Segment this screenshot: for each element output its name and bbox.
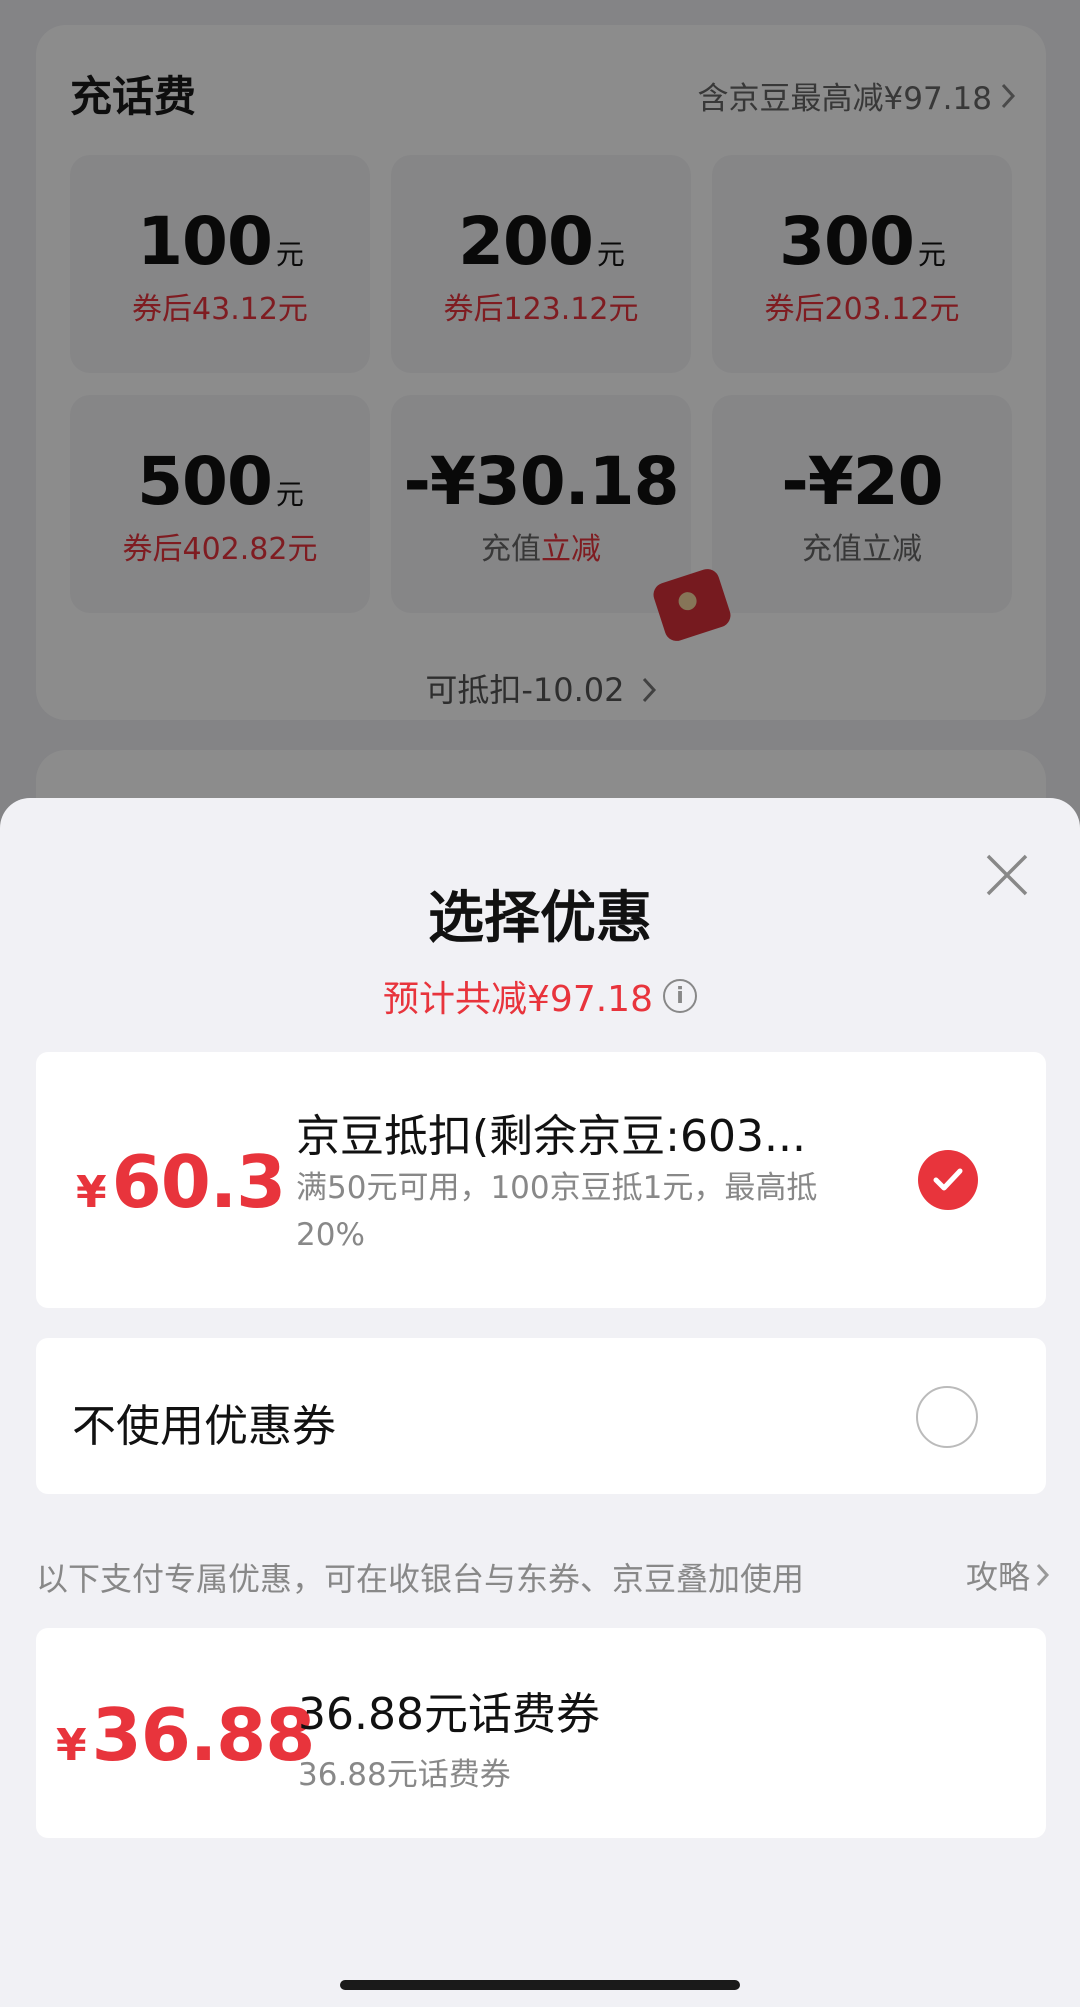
no-coupon-label: 不使用优惠券 [72,1401,336,1452]
info-icon[interactable]: i [662,979,697,1013]
close-icon[interactable] [980,848,1034,902]
coupon-title: 36.88元话费券 [298,1689,600,1740]
chevron-right-icon [1036,1563,1050,1587]
checkbox-selected[interactable] [918,1150,978,1210]
coupon-value: ¥36.88 [56,1693,316,1777]
coupon-value: ¥60.3 [76,1140,287,1224]
coupon-amount: 60.3 [111,1140,287,1224]
coupon-option-jingdou[interactable]: ¥60.3 京豆抵扣(剩余京豆:603... 满50元可用，100京豆抵1元，最… [36,1052,1046,1308]
coupon-desc: 满50元可用，100京豆抵1元，最高抵20% [296,1170,818,1253]
strategy-link[interactable]: 攻略 [966,1552,1050,1598]
checkbox-unselected[interactable] [916,1386,978,1448]
strategy-text: 攻略 [965,1558,1030,1596]
check-icon [933,1168,963,1191]
currency-symbol: ¥ [56,1720,87,1771]
estimated-savings-text: 预计共减¥97.18 [383,979,653,1020]
home-indicator [340,1980,740,1990]
currency-symbol: ¥ [76,1167,107,1218]
estimated-savings: 预计共减¥97.18 i [0,970,1080,1022]
payment-coupon-card[interactable]: ¥36.88 36.88元话费券 36.88元话费券 [36,1628,1046,1838]
sheet-title: 选择优惠 [428,886,652,951]
payment-offer-note: 以下支付专属优惠，可在收银台与东券、京豆叠加使用 [36,1560,805,1598]
coupon-title: 京豆抵扣(剩余京豆:603... [296,1111,806,1162]
coupon-option-none[interactable]: 不使用优惠券 [36,1338,1046,1494]
coupon-amount: 36.88 [91,1693,316,1777]
discount-sheet: 选择优惠 预计共减¥97.18 i ¥60.3 京豆抵扣(剩余京豆:603...… [0,798,1080,2007]
coupon-desc: 36.88元话费券 [298,1757,511,1793]
